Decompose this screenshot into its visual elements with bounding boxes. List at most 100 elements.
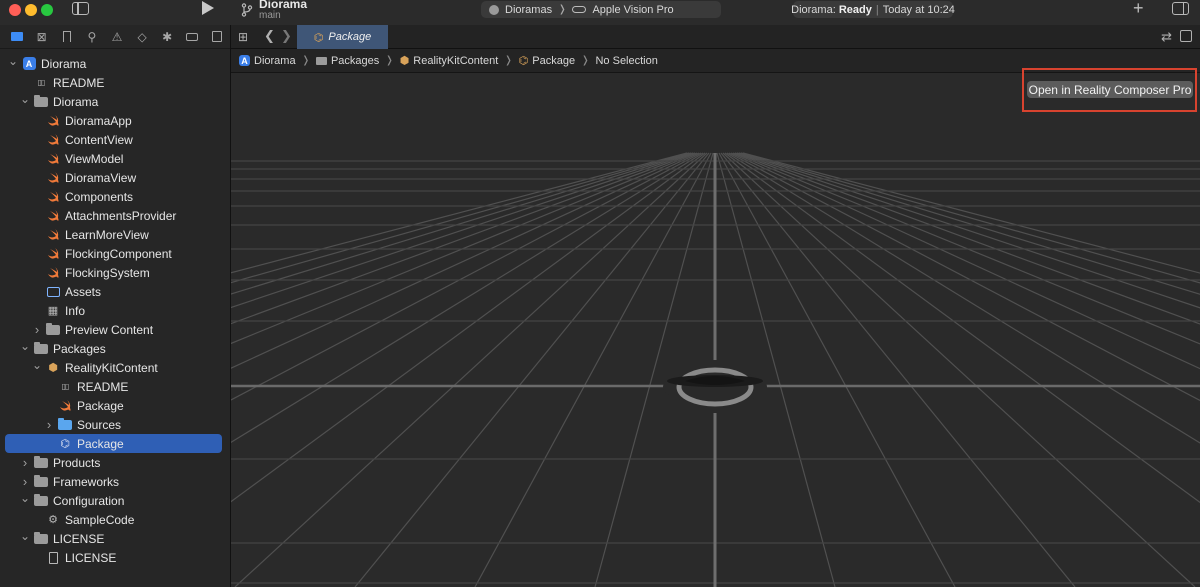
tree-item[interactable]: ›FlockingSystem <box>0 263 230 282</box>
chevron-right-icon[interactable]: › <box>44 417 54 432</box>
swift-icon <box>46 152 60 165</box>
add-library-button[interactable]: + <box>1133 0 1144 19</box>
find-tab[interactable]: ⚲ <box>79 25 104 49</box>
zoom-window-button[interactable] <box>41 4 53 16</box>
chevron-right-icon[interactable]: › <box>20 455 30 470</box>
tree-item-label: Assets <box>65 284 102 299</box>
breadcrumb-item[interactable]: ⌬ Package <box>519 54 575 68</box>
chevron-right-icon[interactable]: › <box>20 474 30 489</box>
tree-item[interactable]: ⌄ A Diorama <box>0 54 230 73</box>
tree-item-label: LearnMoreView <box>65 227 149 242</box>
tree-item-label: DioramaApp <box>65 113 132 128</box>
grid-line <box>718 152 956 587</box>
close-window-button[interactable] <box>9 4 21 16</box>
file-tree: ⌄ADiorama›▯▯README⌄Diorama›DioramaApp›Co… <box>0 49 230 567</box>
breakpoint-tab[interactable] <box>180 25 205 49</box>
chevron-right-icon: ❭ <box>301 55 310 66</box>
toolbar-left <box>0 0 231 25</box>
tree-item[interactable]: ›Assets <box>0 282 230 301</box>
tree-item[interactable]: ⌄ Diorama <box>0 92 230 111</box>
grid-line <box>354 152 710 587</box>
tree-item[interactable]: ›Components <box>0 187 230 206</box>
package-icon: ⬢ <box>48 362 58 374</box>
folder-icon <box>315 56 327 65</box>
bookmark-tab[interactable] <box>54 25 79 49</box>
warning-icon: ⚠ <box>111 29 123 44</box>
tree-item[interactable]: ›LICENSE <box>0 548 230 567</box>
grid-line <box>730 152 1200 370</box>
chevron-right-icon[interactable]: › <box>32 322 42 337</box>
tree-item[interactable]: ⌄ LICENSE <box>0 529 230 548</box>
minimize-window-button[interactable] <box>25 4 37 16</box>
folder-icon <box>34 94 48 108</box>
project-navigator-tab[interactable] <box>4 25 29 49</box>
forward-chevron-icon[interactable]: ❯ <box>281 28 292 44</box>
chevron-down-icon[interactable]: ⌄ <box>8 54 18 68</box>
test-icon: ◇ <box>137 29 147 44</box>
related-items-icon[interactable]: ⊞ <box>238 30 248 44</box>
back-chevron-icon[interactable]: ❮ <box>264 28 275 44</box>
scheme-selector[interactable]: Dioramas ❭ Apple Vision Pro <box>481 1 721 18</box>
breadcrumb-item[interactable]: Packages <box>315 55 379 67</box>
inspector-toggle-icon[interactable] <box>1172 2 1189 15</box>
tree-item[interactable]: ›DioramaView <box>0 168 230 187</box>
tree-item[interactable]: ›DioramaApp <box>0 111 230 130</box>
chevron-down-icon[interactable]: ⌄ <box>20 529 30 543</box>
tree-item[interactable]: ›▯▯README <box>0 73 230 92</box>
breadcrumb-item[interactable]: No Selection <box>595 55 657 67</box>
tab-package[interactable]: ⌬ Package <box>297 25 388 49</box>
project-navigator: ⊠ ⚲ ⚠ ◇ ✱ ⌄ADiorama›▯▯README⌄Diorama›Dio… <box>0 25 231 587</box>
grid-line <box>231 152 698 345</box>
tree-item[interactable]: › Products <box>0 453 230 472</box>
tree-item-label: ContentView <box>65 132 133 147</box>
chevron-down-icon[interactable]: ⌄ <box>32 358 42 372</box>
chevron-down-icon[interactable]: ⌄ <box>20 92 30 106</box>
status-state: Ready <box>838 3 872 16</box>
tree-item[interactable]: ›▦Info <box>0 301 230 320</box>
tree-item[interactable]: ⌄ Configuration <box>0 491 230 510</box>
tree-item-label: Package <box>77 436 124 451</box>
swift-icon <box>58 399 72 412</box>
report-tab[interactable] <box>205 25 230 49</box>
highlight-annotation <box>1022 68 1197 112</box>
swap-icon[interactable]: ⇄ <box>1161 29 1172 45</box>
scene-viewport[interactable] <box>231 73 1200 587</box>
tree-item[interactable]: ›LearnMoreView <box>0 225 230 244</box>
tree-item-label: README <box>77 379 129 394</box>
tree-item[interactable]: › Sources <box>0 415 230 434</box>
tree-item[interactable]: ›ContentView <box>0 130 230 149</box>
tree-item[interactable]: ›⚙SampleCode <box>0 510 230 529</box>
swift-icon <box>46 190 60 203</box>
search-icon: ⚲ <box>87 29 97 44</box>
book-icon: ▯▯ <box>37 78 46 87</box>
tree-item[interactable]: › Preview Content <box>0 320 230 339</box>
branch-name: main <box>259 10 281 21</box>
split-editor-icon[interactable] <box>1180 30 1192 42</box>
scheme-device[interactable]: Apple Vision Pro <box>592 4 673 16</box>
tree-item[interactable]: ›ViewModel <box>0 149 230 168</box>
tree-item[interactable]: ⌄ Packages <box>0 339 230 358</box>
tree-item-label: README <box>53 75 105 90</box>
tree-item[interactable]: ›AttachmentsProvider <box>0 206 230 225</box>
folder-icon <box>34 531 48 545</box>
debug-tab[interactable]: ✱ <box>155 25 180 49</box>
breadcrumb-item[interactable]: ⬢ RealityKitContent <box>400 54 499 68</box>
scheme-target[interactable]: Dioramas <box>505 4 552 16</box>
grid-line <box>594 152 714 587</box>
tree-item[interactable]: › Frameworks <box>0 472 230 491</box>
navigator-toggle-icon[interactable] <box>72 2 89 15</box>
breadcrumb-item[interactable]: A Diorama <box>239 55 296 67</box>
source-control-tab[interactable]: ⊠ <box>29 25 54 49</box>
chevron-right-icon: ❭ <box>581 55 590 66</box>
run-icon[interactable] <box>202 1 214 15</box>
chevron-down-icon[interactable]: ⌄ <box>20 491 30 505</box>
tree-item[interactable]: ⌄ ⬢ RealityKitContent <box>0 358 230 377</box>
issue-tab[interactable]: ⚠ <box>104 25 129 49</box>
breadcrumb-label: No Selection <box>595 54 658 67</box>
chevron-down-icon[interactable]: ⌄ <box>20 339 30 353</box>
tree-item[interactable]: ›FlockingComponent <box>0 244 230 263</box>
tree-item[interactable]: ›▯▯README <box>0 377 230 396</box>
test-tab[interactable]: ◇ <box>130 25 155 49</box>
tree-item[interactable]: ›Package <box>0 396 230 415</box>
tree-item[interactable]: ›⌬Package <box>5 434 222 453</box>
